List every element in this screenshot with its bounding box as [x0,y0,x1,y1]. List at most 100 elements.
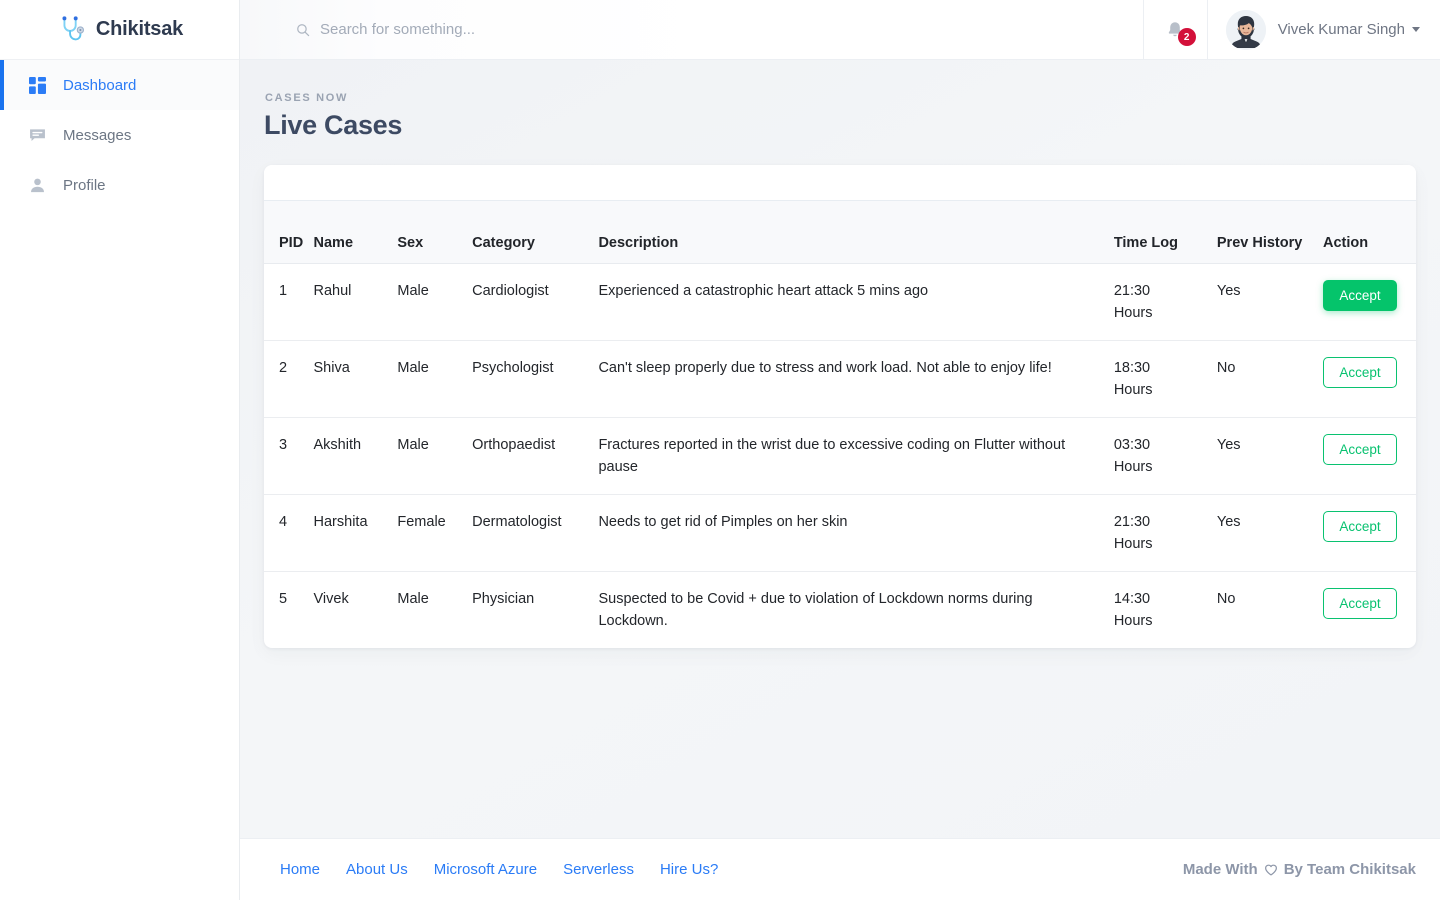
brand-name: Chikitsak [95,18,184,40]
cell-name: Akshith [313,417,398,495]
cell-action: Accept [1322,417,1416,495]
credit-prefix: Made With [1182,861,1258,878]
brand[interactable]: Chikitsak [0,0,239,60]
cell-pid: 3 [264,417,314,495]
cell-pid: 5 [279,590,288,607]
person-icon [28,176,46,194]
cell-action: Accept [1322,340,1416,418]
cell-time-log: 21:30 Hours [1113,494,1217,572]
table-header: PID Name Sex Category Description Time L… [264,201,1416,264]
page-title: Live Cases [264,110,403,140]
sidebar-item-label: Dashboard [63,76,137,94]
column-header-time-log: Time Log [1113,201,1217,264]
cell-sex: Male [397,590,429,607]
cell-sex: Female [397,494,473,572]
avatar [1225,9,1266,50]
cell-time-log: 21:30 Hours [1113,263,1217,341]
cell-description: Can't sleep properly due to stress and w… [598,340,1114,418]
cell-sex: Male [397,417,473,495]
cell-category: Dermatologist [472,494,599,572]
cell-time-log: 03:30 Hours [1113,417,1217,495]
cell-sex: Male [397,340,473,418]
footer: Home About Us Microsoft Azure Serverless… [240,838,1440,900]
user-menu[interactable]: Vivek Kumar Singh [1206,0,1440,59]
sidebar: Chikitsak Dashboard Messages Profile [0,0,240,900]
footer-link-microsoft-azure[interactable]: Microsoft Azure [434,861,537,878]
accept-button[interactable]: Accept [1322,433,1397,465]
sidebar-item-messages[interactable]: Messages [0,110,239,160]
search-bar[interactable] [240,0,1143,59]
search-icon [296,23,310,37]
time-unit: Hours [1113,381,1153,398]
sidebar-item-dashboard[interactable]: Dashboard [0,60,239,110]
notifications-button[interactable]: 2 [1142,0,1207,59]
time-value: 03:30 [1113,436,1151,453]
content-area: 2 Vivek [240,0,1440,900]
column-header-sex: Sex [397,201,473,264]
topbar: 2 Vivek [240,0,1440,60]
main-content: CASES NOW Live Cases PID Name Sex Catego… [240,60,1440,838]
stethoscope-icon [56,15,86,45]
column-header-action: Action [1322,201,1416,264]
accept-button[interactable]: Accept [1322,279,1397,311]
card-header [264,165,1416,201]
app-root: Chikitsak Dashboard Messages Profile Sea… [0,0,1440,900]
cell-description: Experienced a catastrophic heart attack … [598,263,1114,341]
grid-icon [28,76,46,94]
footer-link-hire-us[interactable]: Hire Us? [660,861,718,878]
cell-action: Accept [1322,571,1416,648]
table-row: 3 Akshith Male Orthopaedist Fractures re… [264,417,1416,495]
cell-prev-history: Yes [1216,263,1323,341]
notification-badge: 2 [1177,28,1196,46]
footer-link-home[interactable]: Home [280,861,320,878]
live-cases-card: PID Name Sex Category Description Time L… [264,165,1416,648]
footer-link-about-us[interactable]: About Us [346,861,408,878]
cell-description: Needs to get rid of Pimples on her skin [598,494,1114,572]
column-header-pid: PID [264,201,314,264]
footer-link-serverless[interactable]: Serverless [563,861,634,878]
cell-name: Vivek [313,590,349,607]
accept-button[interactable]: Accept [1322,587,1397,619]
footer-links: Home About Us Microsoft Azure Serverless… [280,861,718,878]
cell-description: Suspected to be Covid + due to violation… [598,590,1033,629]
table-row: 5 Vivek Male Physician Suspected to be C… [264,571,1416,648]
cell-category: Orthopaedist [472,417,599,495]
table-row: 2 Shiva Male Psychologist Can't sleep pr… [264,340,1416,418]
table-row: 1 Rahul Male Cardiologist Experienced a … [264,263,1416,341]
sidebar-item-label: Profile [63,176,106,194]
cell-category: Cardiologist [472,263,599,341]
time-unit: Hours [1113,612,1153,629]
live-cases-table: PID Name Sex Category Description Time L… [264,201,1416,648]
column-header-prev-history: Prev History [1216,201,1323,264]
search-input[interactable] [320,21,740,38]
cell-pid: 4 [264,494,314,572]
cell-prev-history: Yes [1216,417,1323,495]
heart-icon [1264,863,1278,877]
cell-name: Harshita [313,494,398,572]
cell-time-log: 14:30 Hours [1114,571,1217,648]
sidebar-item-label: Messages [63,126,132,144]
cell-action: Accept [1322,263,1416,341]
chevron-down-icon [1412,27,1420,32]
column-header-description: Description [598,201,1114,264]
time-value: 18:30 [1113,359,1151,376]
cell-prev-history: No [1216,340,1323,418]
sidebar-item-profile[interactable]: Profile [0,160,239,210]
cell-prev-history: No [1216,590,1236,607]
cell-category: Psychologist [472,340,599,418]
time-value: 21:30 [1113,513,1151,530]
cell-pid: 2 [264,340,314,418]
footer-credit: Made With By Team Chikitsak [1183,861,1416,878]
cell-description: Fractures reported in the wrist due to e… [598,417,1114,495]
accept-button[interactable]: Accept [1322,510,1397,542]
cell-sex: Male [397,263,473,341]
accept-button[interactable]: Accept [1322,356,1397,388]
chat-icon [28,126,46,144]
time-value: 21:30 [1113,282,1151,299]
table-row: 4 Harshita Female Dermatologist Needs to… [264,494,1416,572]
time-value: 14:30 [1113,590,1151,607]
cell-category: Physician [472,590,535,607]
time-unit: Hours [1113,535,1153,552]
cell-name: Shiva [313,340,398,418]
time-unit: Hours [1113,304,1153,321]
